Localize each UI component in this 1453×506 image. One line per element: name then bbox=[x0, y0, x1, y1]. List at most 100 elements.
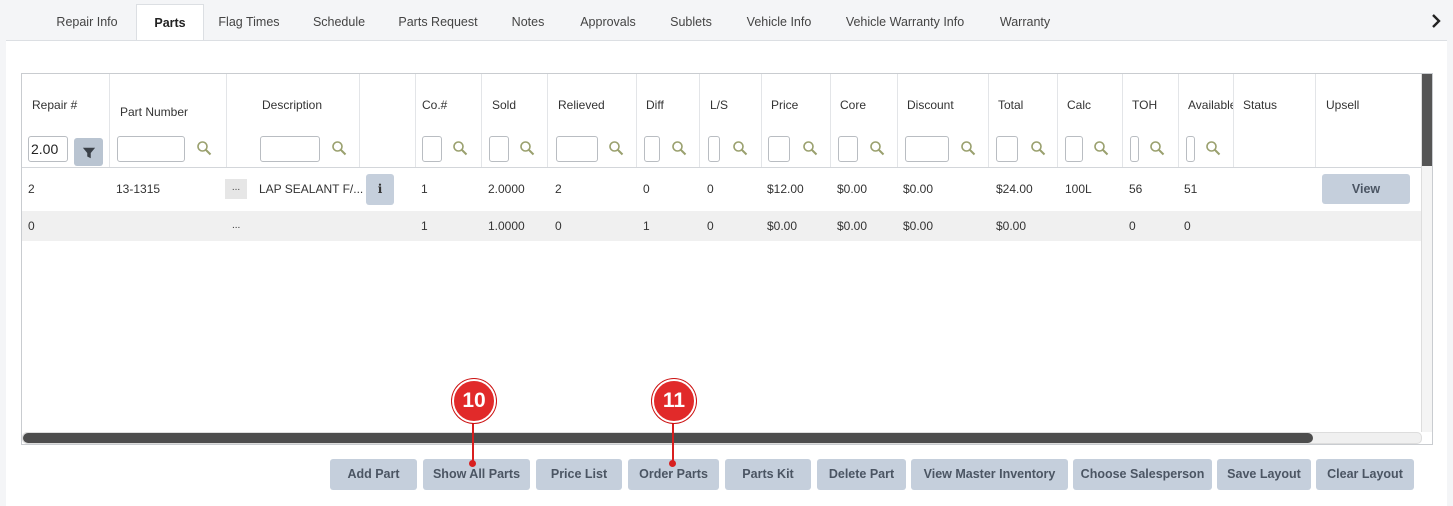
tab-flag-times[interactable]: Flag Times bbox=[210, 5, 288, 40]
table-row[interactable]: 2 13-1315 ... LAP SEALANT F/... i 1 2.00… bbox=[22, 171, 1421, 207]
part-lookup-button[interactable]: ... bbox=[225, 179, 247, 199]
toh-filter-input[interactable] bbox=[1130, 136, 1139, 162]
repair-no-filter-input[interactable] bbox=[28, 136, 68, 162]
callout-pointer-dot bbox=[469, 460, 476, 467]
price-filter-input[interactable] bbox=[768, 136, 790, 162]
tab-parts[interactable]: Parts bbox=[136, 4, 204, 42]
part-lookup-button[interactable]: ... bbox=[232, 211, 240, 241]
col-label: L/S bbox=[710, 98, 729, 112]
search-icon[interactable] bbox=[869, 140, 885, 156]
search-icon[interactable] bbox=[196, 140, 212, 156]
col-label: Status bbox=[1243, 98, 1278, 112]
save-layout-button[interactable]: Save Layout bbox=[1217, 459, 1311, 490]
col-status: Status bbox=[1234, 74, 1316, 167]
filter-icon bbox=[82, 147, 96, 159]
cell-total: $0.00 bbox=[996, 219, 1027, 233]
add-part-button[interactable]: Add Part bbox=[330, 459, 417, 490]
cell-description: LAP SEALANT F/... bbox=[259, 182, 364, 196]
total-filter-input[interactable] bbox=[996, 136, 1018, 162]
col-label: Calc bbox=[1067, 98, 1092, 112]
cell-price: $0.00 bbox=[767, 219, 798, 233]
search-icon[interactable] bbox=[960, 140, 976, 156]
col-label: Diff bbox=[646, 98, 664, 112]
delete-part-button[interactable]: Delete Part bbox=[817, 459, 906, 490]
cell-part-number: 13-1315 bbox=[116, 182, 161, 196]
callout-pointer-line bbox=[672, 420, 674, 462]
cell-repair-no: 2 bbox=[28, 182, 35, 196]
upsell-view-button[interactable]: View bbox=[1322, 174, 1410, 204]
col-label: Description bbox=[262, 98, 323, 112]
choose-salesperson-button[interactable]: Choose Salesperson bbox=[1073, 459, 1212, 490]
cell-toh: 56 bbox=[1129, 182, 1143, 196]
col-toh: TOH bbox=[1123, 74, 1179, 167]
col-label: Co.# bbox=[422, 98, 448, 112]
col-upsell: Upsell bbox=[1316, 74, 1420, 167]
available-filter-input[interactable] bbox=[1186, 136, 1195, 162]
parts-kit-button[interactable]: Parts Kit bbox=[725, 459, 811, 490]
col-relieved: Relieved bbox=[548, 74, 637, 167]
cell-repair-no: 0 bbox=[28, 219, 35, 233]
col-core: Core bbox=[831, 74, 898, 167]
tab-sublets[interactable]: Sublets bbox=[660, 5, 722, 40]
tab-notes[interactable]: Notes bbox=[500, 5, 556, 40]
vertical-scrollbar[interactable] bbox=[1421, 74, 1432, 432]
search-icon[interactable] bbox=[1149, 140, 1165, 156]
tab-repair-info[interactable]: Repair Info bbox=[46, 5, 128, 40]
clear-layout-button[interactable]: Clear Layout bbox=[1316, 459, 1414, 490]
search-icon[interactable] bbox=[331, 140, 347, 156]
tab-vehicle-info[interactable]: Vehicle Info bbox=[738, 5, 820, 40]
sold-filter-input[interactable] bbox=[489, 136, 509, 162]
tab-parts-request[interactable]: Parts Request bbox=[390, 5, 486, 40]
search-icon[interactable] bbox=[519, 140, 535, 156]
col-label: Part Number bbox=[120, 105, 189, 119]
search-icon[interactable] bbox=[1030, 140, 1046, 156]
horizontal-scrollbar-thumb[interactable] bbox=[23, 433, 1313, 443]
search-icon[interactable] bbox=[802, 140, 818, 156]
cell-diff: 0 bbox=[643, 182, 650, 196]
search-icon[interactable] bbox=[732, 140, 748, 156]
core-filter-input[interactable] bbox=[838, 136, 858, 162]
tab-schedule[interactable]: Schedule bbox=[304, 5, 374, 40]
chevron-right-icon[interactable] bbox=[1431, 14, 1441, 28]
cell-ls: 0 bbox=[707, 219, 714, 233]
col-ls: L/S bbox=[700, 74, 762, 167]
price-list-button[interactable]: Price List bbox=[536, 459, 622, 490]
col-repair-no: Repair # bbox=[22, 74, 110, 167]
calc-filter-input[interactable] bbox=[1065, 136, 1083, 162]
col-discount: Discount bbox=[898, 74, 989, 167]
co-no-filter-input[interactable] bbox=[422, 136, 442, 162]
part-number-filter-input[interactable] bbox=[117, 136, 185, 162]
cell-toh: 0 bbox=[1129, 219, 1136, 233]
info-icon[interactable]: i bbox=[366, 174, 394, 205]
search-icon[interactable] bbox=[1093, 140, 1109, 156]
tab-bar: Repair Info Parts Flag Times Schedule Pa… bbox=[0, 0, 1453, 42]
col-label: Total bbox=[998, 98, 1024, 112]
vertical-scrollbar-thumb[interactable] bbox=[1422, 74, 1432, 166]
show-all-parts-button[interactable]: Show All Parts bbox=[423, 459, 530, 490]
view-master-inventory-button[interactable]: View Master Inventory bbox=[911, 459, 1068, 490]
ls-filter-input[interactable] bbox=[708, 136, 720, 162]
table-row[interactable]: 0 ... 1 1.0000 0 1 0 $0.00 $0.00 $0.00 $… bbox=[22, 211, 1421, 241]
callout-pointer-dot bbox=[669, 460, 676, 467]
discount-filter-input[interactable] bbox=[905, 136, 949, 162]
horizontal-scrollbar[interactable] bbox=[22, 432, 1422, 444]
col-label: Available bbox=[1188, 98, 1234, 112]
search-icon[interactable] bbox=[452, 140, 468, 156]
cell-price: $12.00 bbox=[767, 182, 804, 196]
search-icon[interactable] bbox=[671, 140, 687, 156]
description-filter-input[interactable] bbox=[260, 136, 320, 162]
search-icon[interactable] bbox=[1205, 140, 1221, 156]
diff-filter-input[interactable] bbox=[644, 136, 660, 162]
col-label: TOH bbox=[1132, 98, 1158, 112]
tab-warranty[interactable]: Warranty bbox=[990, 5, 1060, 40]
tab-approvals[interactable]: Approvals bbox=[570, 5, 646, 40]
col-label: Relieved bbox=[558, 98, 605, 112]
col-label: Upsell bbox=[1326, 98, 1360, 112]
col-co-no: Co.# bbox=[416, 74, 482, 167]
tab-vehicle-warranty-info[interactable]: Vehicle Warranty Info bbox=[838, 5, 972, 40]
cell-discount: $0.00 bbox=[903, 182, 934, 196]
col-calc: Calc bbox=[1058, 74, 1123, 167]
relieved-filter-input[interactable] bbox=[556, 136, 598, 162]
search-icon[interactable] bbox=[608, 140, 624, 156]
filter-button[interactable] bbox=[74, 138, 103, 166]
